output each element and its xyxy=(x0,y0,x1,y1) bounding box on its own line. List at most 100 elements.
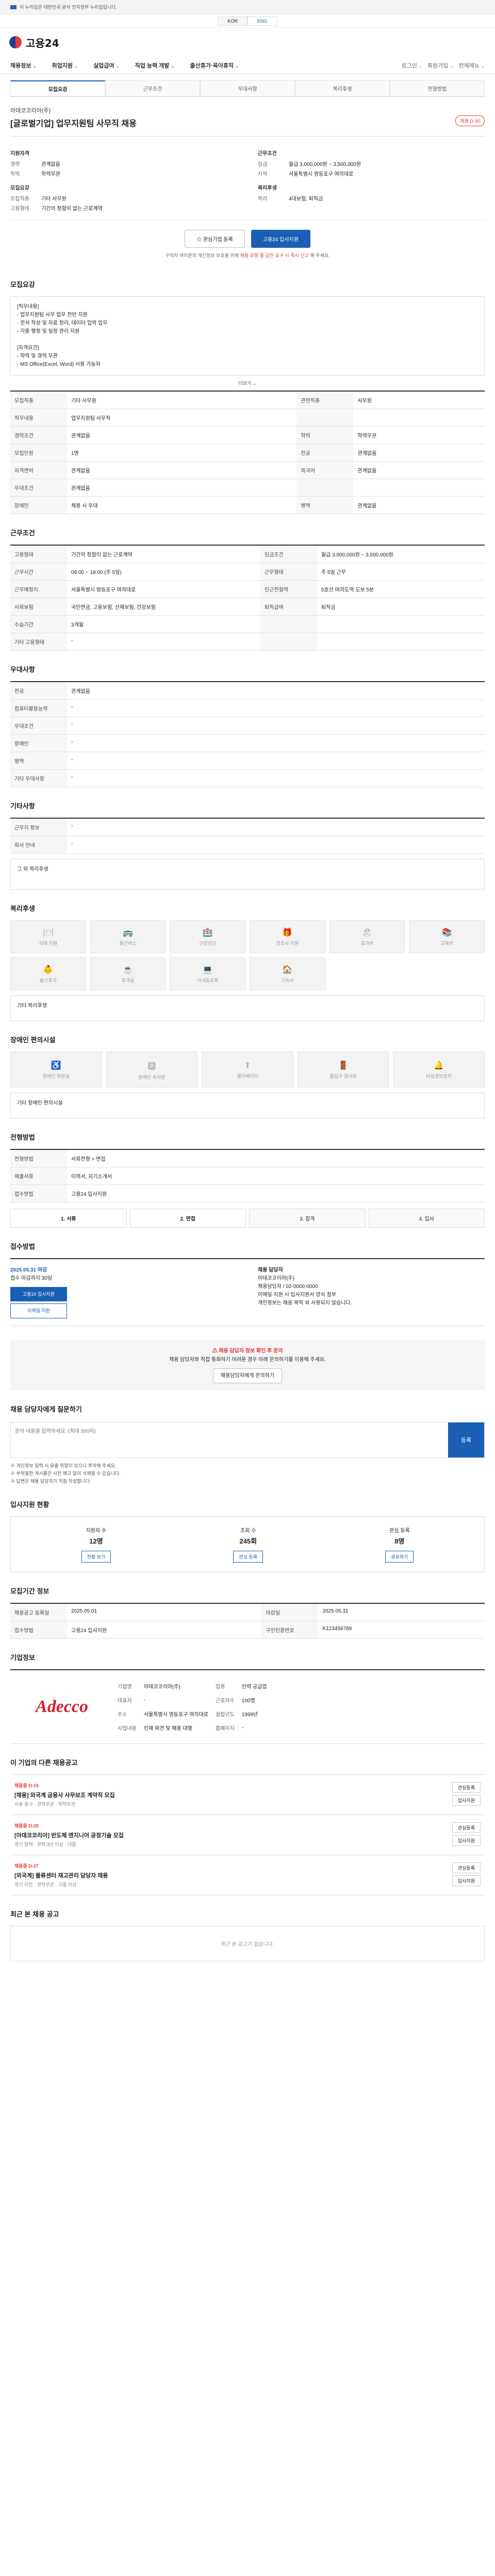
brand-name[interactable]: 고용24 xyxy=(26,35,59,50)
welfare-label: 기숙사 xyxy=(280,977,294,983)
job-list-item[interactable]: 채용중 D-15 [채용] 외국계 금융사 사무보조 계약직 모집 서울 중구 · … xyxy=(10,1774,485,1815)
company-key: 대표자 xyxy=(118,1698,132,1704)
facility-item: ⬆ 엘리베이터 xyxy=(202,1052,293,1088)
more-button[interactable]: 더보기 ⌄ xyxy=(10,376,485,391)
job-link[interactable]: [아데코코리아] 반도체 엔지니어 공정기술 모집 xyxy=(14,1831,124,1839)
apply-online-button[interactable]: 고용24 입사지원 xyxy=(10,1287,67,1302)
job-badge: 채용중 D-15 xyxy=(14,1783,39,1788)
section-title: 우대사항 xyxy=(10,666,35,673)
row-value: - xyxy=(67,818,485,836)
tab-welfare[interactable]: 복리후생 xyxy=(295,80,390,96)
row-value: 관계없음 xyxy=(353,444,485,462)
tab-recruit[interactable]: 모집요강 xyxy=(10,80,105,96)
all-menu-link[interactable]: 전체메뉴 xyxy=(458,61,485,70)
note-red: 채용 과정 중 금전 요구 시 즉시 신고 xyxy=(240,253,309,258)
table-row: 사회보험 국민연금, 고용보험, 산재보험, 건강보험 퇴직급여 퇴직금 xyxy=(10,598,485,616)
row-key: 자격면허 xyxy=(10,461,67,479)
company-key: 설립년도 xyxy=(215,1711,235,1718)
apply-button[interactable]: 고용24 입사지원 xyxy=(251,230,310,248)
email-apply-button[interactable]: 이메일 지원 xyxy=(10,1303,67,1318)
welfare-label: 사내동호회 xyxy=(196,977,219,983)
company-name[interactable]: 아데코코리아(주) xyxy=(10,106,485,114)
facility-label: 장애인 주차장 xyxy=(138,1074,166,1080)
table-row: 기업명 아데코코리아(주) 업종 인력 공급업 xyxy=(114,1680,270,1692)
tab-prefer[interactable]: 우대사항 xyxy=(200,80,295,96)
section-title: 모집기간 정보 xyxy=(10,1587,50,1595)
submit-button[interactable]: 등록 xyxy=(448,1422,484,1458)
row-key: 사회보험 xyxy=(10,598,67,616)
tab-work[interactable]: 근무조건 xyxy=(105,80,200,96)
facility-item: 🔔 비상경보장치 xyxy=(393,1052,485,1088)
row-key: 직무내용 xyxy=(10,409,67,427)
job-apply-button[interactable]: 입사지원 xyxy=(452,1835,481,1846)
section-title: 접수방법 xyxy=(10,1243,35,1250)
join-link[interactable]: 회원가입 xyxy=(427,61,454,70)
lang-eng[interactable]: ENG xyxy=(248,16,277,26)
job-meta: 경기 평택 · 경력 3년 이상 · 대졸 xyxy=(14,1841,76,1847)
summary-heading: 모집요강 xyxy=(10,185,29,191)
job-apply-button[interactable]: 입사지원 xyxy=(452,1794,481,1806)
extra-facility: 기타 장애인 편의시설 xyxy=(10,1093,485,1118)
facility-grid: ♿ 장애인 화장실 🅿 장애인 주차장 ⬆ 엘리베이터 🚪 출입구 경사로 🔔 비상경보장치 xyxy=(10,1052,485,1088)
selection-table: 전형방법 서류전형 > 면접 제출서류 이력서, 자기소개서 접수방법 고용24 입사지원 xyxy=(10,1149,485,1202)
welfare-label: 교육비 xyxy=(440,940,454,946)
job-favorite-button[interactable]: 관심등록 xyxy=(452,1822,481,1833)
row-value: 기간의 정함이 없는 근로계약 xyxy=(67,545,260,563)
job-favorite-button[interactable]: 관심등록 xyxy=(452,1782,481,1793)
table-row: 모집인원 1명 전공 관계없음 xyxy=(10,444,485,462)
welfare-label: 경조사 지원 xyxy=(276,940,299,946)
job-list-item[interactable]: 채용중 D-20 [아데코코리아] 반도체 엔지니어 공정기술 모집 경기 평택 ·… xyxy=(10,1814,485,1855)
brand-logo-icon[interactable] xyxy=(9,36,22,48)
nav-item[interactable]: 직업 능력 개발 xyxy=(135,61,175,70)
job-link[interactable]: [외국계] 물류센터 재고관리 담당자 채용 xyxy=(14,1871,108,1879)
login-link[interactable]: 로그인 xyxy=(402,61,422,70)
row-value: 관계없음 xyxy=(67,682,485,700)
job-favorite-button[interactable]: 관심등록 xyxy=(452,1862,481,1873)
inquiry-textarea[interactable] xyxy=(11,1422,448,1458)
table-row: 전형방법 서류전형 > 면접 xyxy=(10,1149,485,1167)
tab-selection[interactable]: 전형방법 xyxy=(390,80,485,96)
section-title: 최근 본 채용 공고 xyxy=(10,1910,59,1918)
welfare-label: 식대 지원 xyxy=(39,940,58,946)
table-row: 근무예정지 서울특별시 영등포구 여의대로 인근전철역 5호선 여의도역 도보 5분 xyxy=(10,580,485,598)
welfare-icon: 🏖 xyxy=(361,928,373,937)
language-switch: KOR ENG xyxy=(0,14,495,28)
welfare-item: 🍽 식대 지원 xyxy=(10,920,86,953)
table-row: 대표자 - 근로자수 100명 xyxy=(114,1693,270,1706)
nav-item[interactable]: 취업지원 xyxy=(52,61,78,70)
gov-notice: 이 누리집은 대한민국 공식 전자정부 누리집입니다. xyxy=(20,5,117,10)
inquiry-button[interactable]: 채용담당자에게 문의하기 xyxy=(213,1368,282,1383)
welfare-icon: 👶 xyxy=(43,965,54,974)
row-key: 접수방법 xyxy=(10,1184,67,1202)
welfare-item: 👶 출산휴가 xyxy=(10,957,86,990)
job-apply-button[interactable]: 입사지원 xyxy=(452,1875,481,1886)
row-value: 5호선 여의도역 도보 5분 xyxy=(317,580,485,598)
favorite-button[interactable]: ☆ 관심기업 등록 xyxy=(185,230,245,248)
nav-item[interactable]: 출산휴가·육아휴직 xyxy=(190,61,239,70)
welfare-icon: 🚌 xyxy=(123,928,133,937)
extra-welfare: 기타 복리후생 xyxy=(10,995,485,1021)
status-value: 12명 xyxy=(89,1537,103,1545)
status-button[interactable]: 공유하기 xyxy=(385,1550,414,1563)
kv-key: 복리 xyxy=(258,196,268,202)
status-button[interactable]: 관심 등록 xyxy=(233,1550,263,1563)
table-row: 병역 - xyxy=(10,752,485,770)
facility-section: 장애인 편의시설 ♿ 장애인 화장실 🅿 장애인 주차장 ⬆ 엘리베이터 🚪 출입구 경사로 🔔… xyxy=(10,1035,485,1118)
summary-heading: 근무조건 xyxy=(258,151,277,157)
job-link[interactable]: [채용] 외국계 금융사 사무보조 계약직 모집 xyxy=(14,1791,115,1799)
status-button[interactable]: 현황 보기 xyxy=(81,1550,111,1563)
nav-item[interactable]: 실업급여 xyxy=(93,61,120,70)
nav-item[interactable]: 채용정보 xyxy=(10,61,37,70)
company-logo: Adecco xyxy=(36,1697,88,1716)
note-text: 구직자 여러분의 개인정보 보호를 위해 xyxy=(165,253,240,258)
welfare-label: 건강검진 xyxy=(199,940,217,946)
row-key: 전공 xyxy=(296,444,354,462)
step-item: 4. 입사 xyxy=(368,1209,485,1228)
welfare-icon: 📚 xyxy=(441,928,452,937)
section-title: 근무조건 xyxy=(10,529,35,537)
kv-value: 4대보험, 퇴직금 xyxy=(289,196,323,202)
company-value: 아데코코리아(주) xyxy=(143,1684,180,1690)
status-item: 조회 수 245회 관심 등록 xyxy=(233,1526,263,1563)
job-list-item[interactable]: 채용중 D-27 [외국계] 물류센터 재고관리 담당자 채용 경기 이천 · 경력… xyxy=(10,1854,485,1895)
lang-kor[interactable]: KOR xyxy=(218,16,248,26)
